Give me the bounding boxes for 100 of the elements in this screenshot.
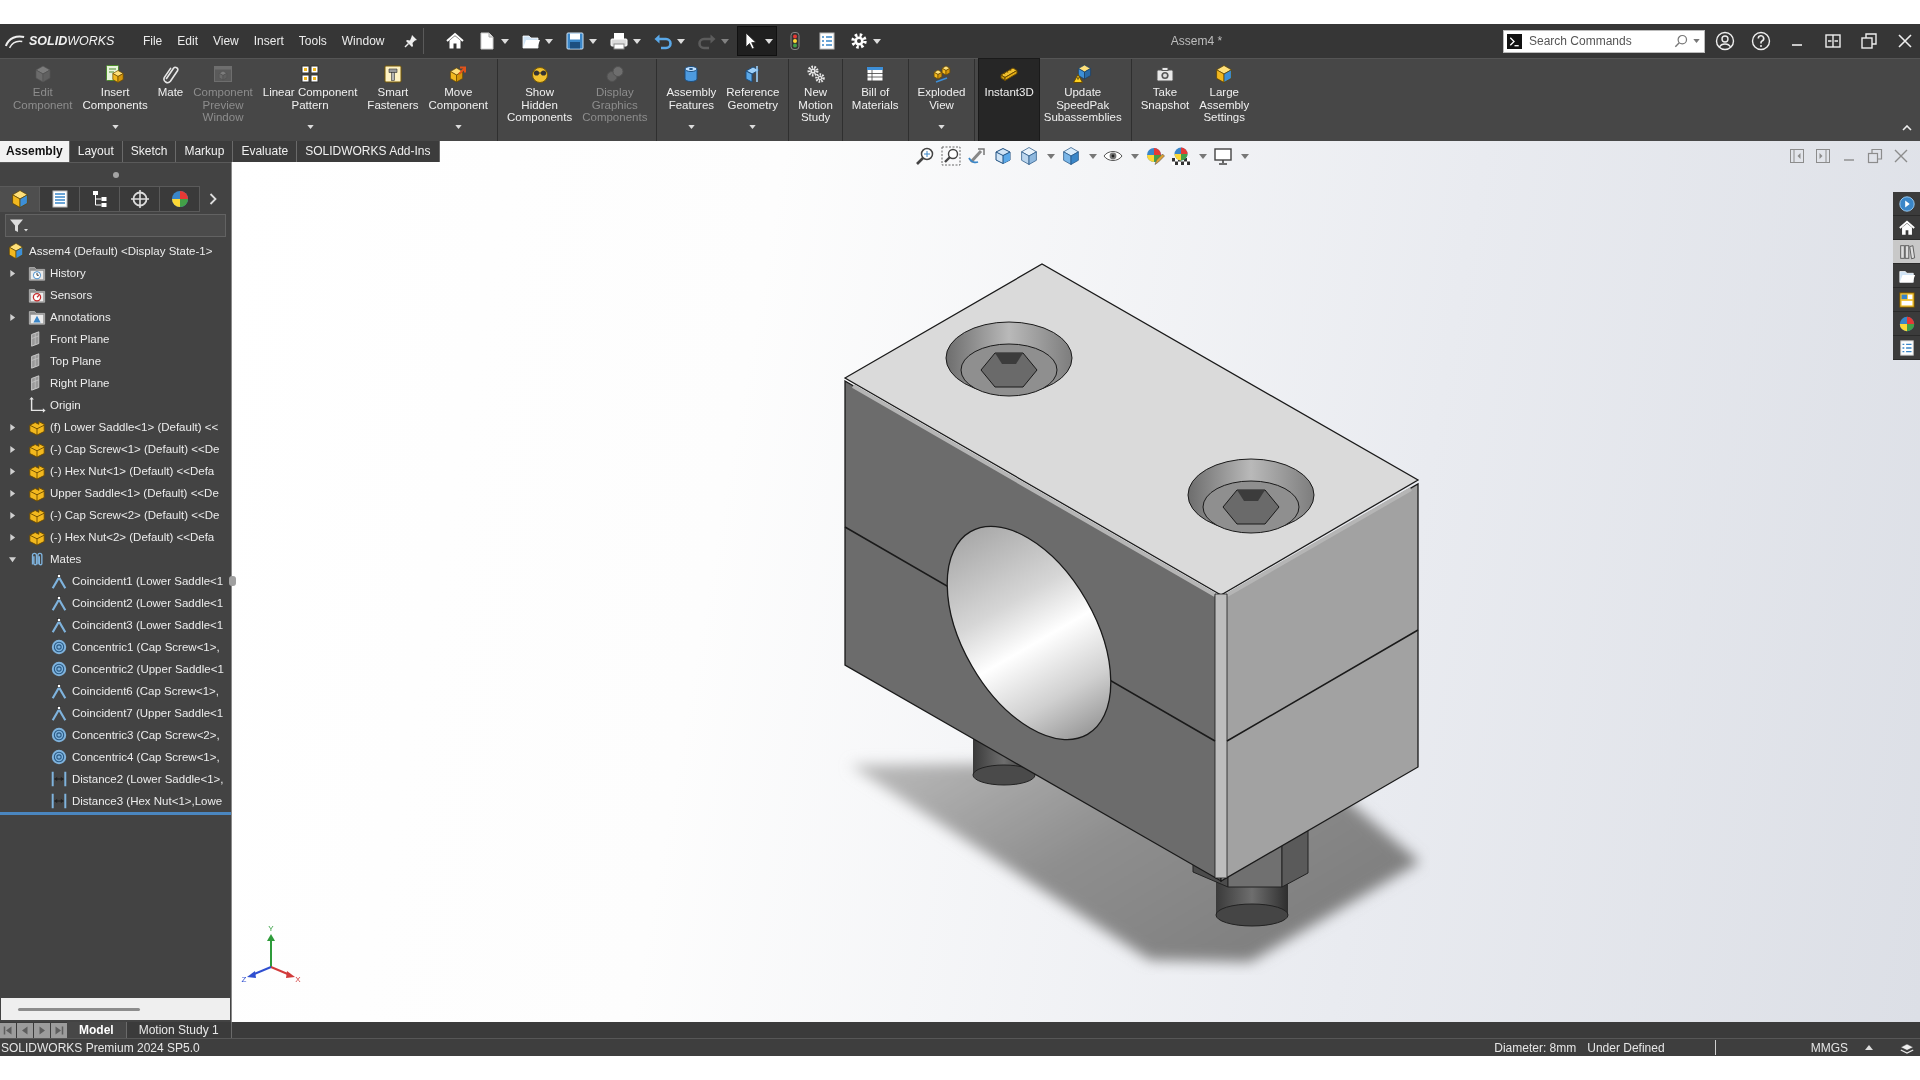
tree-item[interactable]: (f) Lower Saddle<1> (Default) <<	[50, 421, 219, 433]
concentric-circles-icon	[50, 638, 68, 656]
panel-tab[interactable]	[40, 186, 80, 212]
save-icon	[565, 31, 585, 51]
units-button[interactable]: MMGS	[1810, 1039, 1848, 1056]
menu-item[interactable]: Tools	[291, 31, 335, 51]
tab[interactable]: Model	[67, 1022, 127, 1038]
ribbon-button[interactable]: Reference Geometry	[721, 59, 785, 141]
panel-tab[interactable]	[160, 186, 200, 212]
tree-item[interactable]: Coincident6 (Cap Screw<1>,	[72, 685, 220, 697]
scrollbar-track[interactable]	[1, 998, 230, 1020]
tree-item[interactable]: Concentric3 (Cap Screw<2>,	[72, 729, 220, 741]
caret-right-icon[interactable]	[9, 313, 16, 321]
tree-item[interactable]: (-) Cap Screw<2> (Default) <<De	[50, 509, 220, 521]
menu-item[interactable]: Insert	[246, 31, 292, 51]
axis-label: Y	[268, 924, 274, 933]
grip-icon[interactable]	[229, 576, 236, 586]
caret-right-icon[interactable]	[9, 445, 16, 453]
pin-icon[interactable]	[404, 34, 418, 48]
tab[interactable]: Layout	[69, 141, 123, 162]
tree-item[interactable]: Upper Saddle<1> (Default) <<De	[50, 487, 219, 499]
tree-item[interactable]: (-) Hex Nut<1> (Default) <<Defa	[50, 465, 215, 477]
chevron-right-icon[interactable]	[209, 193, 217, 205]
ribbon-button[interactable]: Show Hidden Components	[501, 59, 578, 141]
tree-item[interactable]: Coincident2 (Lower Saddle<1	[72, 597, 224, 609]
caret-down-icon[interactable]	[1693, 39, 1700, 43]
caret-down-icon[interactable]	[9, 555, 16, 563]
tab[interactable]: SOLIDWORKS Add-Ins	[297, 141, 440, 162]
grip-icon[interactable]	[112, 171, 119, 178]
caret-right-icon[interactable]	[9, 269, 16, 277]
user-icon[interactable]	[1715, 31, 1735, 51]
menu-item[interactable]: File	[135, 31, 170, 51]
tree-item[interactable]: Coincident3 (Lower Saddle<1	[72, 619, 224, 631]
tile-icon[interactable]	[1823, 31, 1843, 51]
block-icon	[28, 484, 46, 502]
tab[interactable]: Sketch	[122, 141, 177, 162]
ribbon-button[interactable]: Exploded View	[912, 59, 971, 141]
ribbon-button[interactable]: Take Snapshot	[1135, 59, 1195, 141]
ribbon-button[interactable]: Move Component	[423, 59, 493, 141]
panel-tab[interactable]	[0, 186, 40, 212]
panel-right-icon[interactable]	[1815, 148, 1831, 164]
panel-left-icon[interactable]	[1789, 148, 1805, 164]
tree-item[interactable]: Assem4 (Default) <Display State-1>	[29, 245, 213, 257]
caret-right-icon[interactable]	[9, 533, 16, 541]
tab[interactable]: Assembly	[0, 141, 70, 162]
tree-item[interactable]: Coincident1 (Lower Saddle<1	[72, 575, 224, 587]
toolbar-button[interactable]	[738, 27, 776, 55]
axis-label: X	[295, 975, 301, 984]
tab[interactable]: Evaluate	[233, 141, 298, 162]
task-pane-tab[interactable]	[1893, 240, 1920, 264]
caret-right-icon[interactable]	[9, 511, 16, 519]
tree-item[interactable]: Origin	[50, 399, 81, 411]
tree-item[interactable]: Concentric1 (Cap Screw<1>,	[72, 641, 220, 653]
tree-item[interactable]: (-) Cap Screw<1> (Default) <<De	[50, 443, 220, 455]
ribbon-button[interactable]: Insert Components	[77, 59, 153, 141]
tree-item[interactable]: Concentric4 (Cap Screw<1>,	[72, 751, 220, 763]
tree-item[interactable]: Distance2 (Lower Saddle<1>,	[72, 773, 224, 785]
tree-item[interactable]: Distance3 (Hex Nut<1>,Lowe	[72, 795, 223, 807]
ribbon-button[interactable]: Update SpeedPak Subassemblies	[1038, 59, 1127, 141]
tree-item[interactable]: Sensors	[50, 289, 93, 301]
funnel-icon	[9, 217, 29, 234]
caret-up-icon[interactable]	[1902, 125, 1912, 131]
logo-icon	[5, 33, 25, 49]
filter-field[interactable]	[5, 214, 226, 237]
tree-item[interactable]: (-) Hex Nut<2> (Default) <<Defa	[50, 531, 215, 543]
view-toolbar-button[interactable]	[938, 146, 964, 166]
search-field[interactable]: Search Commands	[1503, 29, 1705, 53]
restore-icon[interactable]	[1859, 31, 1879, 51]
help-icon[interactable]	[1751, 31, 1771, 51]
ribbon-button[interactable]: Instant3D	[979, 59, 1039, 141]
tree-item[interactable]: Right Plane	[50, 377, 110, 389]
tree-item[interactable]: Annotations	[50, 311, 111, 323]
settings-icon	[849, 31, 869, 51]
ribbon-button[interactable]: Bill of Materials	[846, 59, 904, 141]
menu-item[interactable]: Window	[334, 31, 392, 51]
menu-item[interactable]: View	[205, 31, 247, 51]
caret-right-icon[interactable]	[9, 423, 16, 431]
search-icon[interactable]	[1674, 34, 1688, 48]
panel-tab[interactable]	[120, 186, 160, 212]
tree-item[interactable]: Mates	[50, 553, 82, 565]
scrollbar-thumb[interactable]	[18, 1007, 140, 1011]
tree-item[interactable]: Concentric2 (Upper Saddle<1	[72, 663, 224, 675]
axis-triad-icon[interactable]	[247, 934, 295, 978]
tree-item[interactable]: Top Plane	[50, 355, 102, 367]
tree-item[interactable]: History	[50, 267, 86, 279]
ribbon-button[interactable]: Smart Fasteners	[362, 59, 424, 141]
ribbon-button[interactable]: Assembly Features	[661, 59, 722, 141]
caret-right-icon[interactable]	[9, 467, 16, 475]
angle-lines-icon	[50, 572, 68, 590]
ribbon-button[interactable]: Large Assembly Settings	[1194, 59, 1255, 141]
ribbon-button[interactable]: New Motion Study	[793, 59, 838, 141]
tab[interactable]: Markup	[176, 141, 234, 162]
panel-tab[interactable]	[80, 186, 120, 212]
ribbon-button[interactable]: Mate	[152, 59, 189, 141]
tree-item[interactable]: Coincident7 (Upper Saddle<1	[72, 707, 224, 719]
caret-up-icon[interactable]	[1865, 1045, 1873, 1050]
ribbon-button[interactable]: Linear Component Pattern	[257, 59, 363, 141]
menu-item[interactable]: Edit	[169, 31, 206, 51]
tree-item[interactable]: Front Plane	[50, 333, 110, 345]
caret-right-icon[interactable]	[9, 489, 16, 497]
